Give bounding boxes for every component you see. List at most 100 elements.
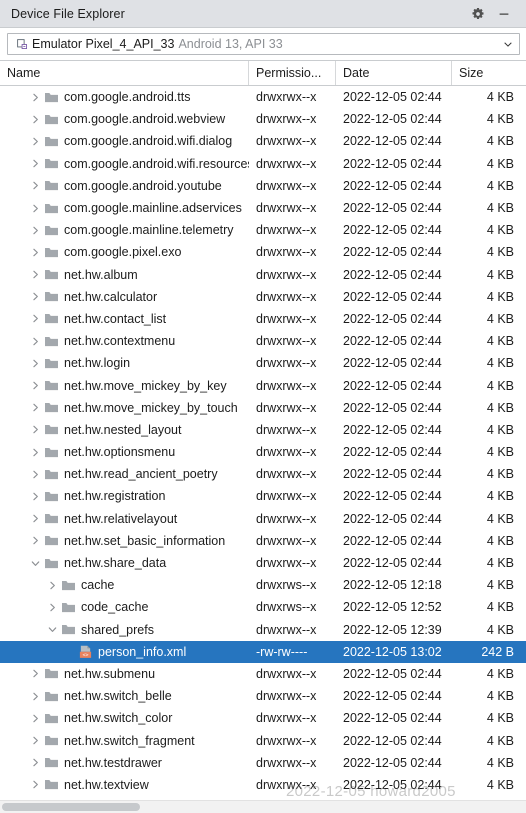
chevron-right-icon[interactable] (28, 667, 42, 681)
chevron-right-icon[interactable] (28, 689, 42, 703)
table-row[interactable]: net.hw.optionsmenu drwxrwx--x 2022-12-05 0… (0, 441, 526, 463)
cell-size: 4 KB (486, 733, 514, 748)
window-titlebar: Device File Explorer (0, 0, 526, 28)
file-name-label: net.hw.switch_belle (64, 689, 172, 704)
chevron-right-icon[interactable] (28, 734, 42, 748)
chevron-down-icon[interactable] (28, 556, 42, 570)
chevron-right-icon[interactable] (28, 245, 42, 259)
chevron-right-icon[interactable] (28, 112, 42, 126)
table-row[interactable]: net.hw.testdrawer drwxrwx--x 2022-12-05 02… (0, 752, 526, 774)
chevron-down-icon[interactable] (45, 623, 59, 637)
table-row[interactable]: net.hw.set_basic_information drwxrwx--x 20… (0, 530, 526, 552)
cell-size: 4 KB (486, 777, 514, 792)
file-name-label: person_info.xml (98, 644, 187, 659)
folder-icon (43, 756, 59, 770)
cell-name: net.hw.testdrawer (0, 756, 249, 770)
cell-size: 4 KB (486, 156, 514, 171)
cell-date: 2022-12-05 02:44 (343, 556, 442, 571)
device-dropdown[interactable]: Emulator Pixel_4_API_33 Android 13, API … (7, 33, 520, 55)
chevron-right-icon[interactable] (28, 179, 42, 193)
table-row[interactable]: net.hw.switch_fragment drwxrwx--x 2022-12-… (0, 729, 526, 751)
cell-permissions: drwxrwx--x (256, 289, 317, 304)
table-row[interactable]: net.hw.read_ancient_poetry drwxrwx--x 2022… (0, 463, 526, 485)
chevron-down-icon[interactable] (501, 39, 515, 49)
chevron-right-icon[interactable] (28, 90, 42, 104)
cell-size: 4 KB (486, 400, 514, 415)
column-header-size[interactable]: Size (452, 61, 526, 85)
chevron-right-icon[interactable] (28, 201, 42, 215)
svg-text:<>: <> (82, 652, 88, 658)
chevron-right-icon[interactable] (28, 445, 42, 459)
table-row[interactable]: net.hw.textview drwxrwx--x 2022-12-05 02:4… (0, 774, 526, 796)
gear-icon[interactable] (470, 6, 486, 22)
cell-size: 4 KB (486, 378, 514, 393)
table-row[interactable]: code_cache drwxrws--x 2022-12-05 12:52 4 KB (0, 596, 526, 618)
chevron-right-icon[interactable] (28, 134, 42, 148)
table-row[interactable]: net.hw.login drwxrwx--x 2022-12-05 02:44 4 … (0, 352, 526, 374)
column-header-date[interactable]: Date (336, 61, 452, 85)
chevron-right-icon[interactable] (28, 512, 42, 526)
chevron-right-icon[interactable] (28, 379, 42, 393)
file-name-label: com.google.mainline.adservices (64, 201, 242, 216)
horizontal-scrollbar[interactable] (0, 800, 526, 813)
chevron-right-icon[interactable] (28, 711, 42, 725)
cell-size: 4 KB (486, 489, 514, 504)
cell-date: 2022-12-05 02:44 (343, 422, 442, 437)
table-row[interactable]: com.google.android.youtube drwxrwx--x 2022… (0, 175, 526, 197)
table-row[interactable]: net.hw.submenu drwxrwx--x 2022-12-05 02:44… (0, 663, 526, 685)
table-row[interactable]: net.hw.registration drwxrwx--x 2022-12-05 … (0, 485, 526, 507)
cell-size: 4 KB (486, 90, 514, 105)
chevron-right-icon[interactable] (28, 334, 42, 348)
cell-date: 2022-12-05 12:18 (343, 578, 442, 593)
table-row[interactable]: net.hw.album drwxrwx--x 2022-12-05 02:44 4 … (0, 264, 526, 286)
chevron-right-icon[interactable] (28, 356, 42, 370)
cell-size: 4 KB (486, 467, 514, 482)
chevron-right-icon[interactable] (28, 312, 42, 326)
table-row[interactable]: net.hw.contact_list drwxrwx--x 2022-12-05 … (0, 308, 526, 330)
table-row[interactable]: com.google.mainline.telemetry drwxrwx--x 2… (0, 219, 526, 241)
column-header-name[interactable]: Name (0, 61, 249, 85)
chevron-right-icon[interactable] (28, 534, 42, 548)
chevron-right-icon[interactable] (28, 157, 42, 171)
table-row[interactable]: net.hw.move_mickey_by_touch drwxrwx--x 202… (0, 397, 526, 419)
table-row[interactable]: cache drwxrws--x 2022-12-05 12:18 4 KB (0, 574, 526, 596)
table-row[interactable]: com.google.android.webview drwxrwx--x 2022… (0, 108, 526, 130)
cell-date: 2022-12-05 02:44 (343, 777, 442, 792)
table-row[interactable]: net.hw.switch_color drwxrwx--x 2022-12-05 … (0, 707, 526, 729)
chevron-right-icon[interactable] (45, 600, 59, 614)
table-row[interactable]: net.hw.relativelayout drwxrwx--x 2022-12-0… (0, 508, 526, 530)
table-row[interactable]: com.google.mainline.adservices drwxrwx--x… (0, 197, 526, 219)
chevron-right-icon[interactable] (28, 489, 42, 503)
table-row[interactable]: com.google.android.tts drwxrwx--x 2022-12-… (0, 86, 526, 108)
device-icon (15, 37, 29, 51)
table-row[interactable]: net.hw.calculator drwxrwx--x 2022-12-05 02… (0, 286, 526, 308)
column-header-permissions[interactable]: Permissio... (249, 61, 336, 85)
cell-date: 2022-12-05 02:44 (343, 400, 442, 415)
chevron-right-icon[interactable] (28, 467, 42, 481)
table-row[interactable]: shared_prefs drwxrwx--x 2022-12-05 12:39 4 … (0, 619, 526, 641)
cell-size: 4 KB (486, 245, 514, 260)
chevron-right-icon[interactable] (28, 268, 42, 282)
chevron-right-icon[interactable] (28, 778, 42, 792)
table-row[interactable]: net.hw.share_data drwxrwx--x 2022-12-05 02… (0, 552, 526, 574)
table-row[interactable]: net.hw.contextmenu drwxrwx--x 2022-12-05 0… (0, 330, 526, 352)
chevron-right-icon[interactable] (28, 290, 42, 304)
chevron-right-icon[interactable] (28, 223, 42, 237)
table-row[interactable]: com.google.pixel.exo drwxrwx--x 2022-12-05… (0, 241, 526, 263)
file-name-label: net.hw.nested_layout (64, 422, 182, 437)
table-row-selected[interactable]: <> person_info.xml -rw-rw---- 2022-12-05 13… (0, 640, 526, 663)
cell-permissions: drwxrwx--x (256, 311, 317, 326)
chevron-right-icon[interactable] (28, 756, 42, 770)
table-row[interactable]: net.hw.move_mickey_by_key drwxrwx--x 2022-… (0, 374, 526, 396)
chevron-right-icon[interactable] (28, 401, 42, 415)
table-row[interactable]: net.hw.switch_belle drwxrwx--x 2022-12-05 … (0, 685, 526, 707)
minimize-icon[interactable] (496, 6, 512, 22)
chevron-right-icon[interactable] (28, 423, 42, 437)
chevron-right-icon[interactable] (45, 578, 59, 592)
cell-date: 2022-12-05 02:44 (343, 689, 442, 704)
table-row[interactable]: com.google.android.wifi.dialog drwxrwx--x… (0, 130, 526, 152)
horizontal-scrollbar-thumb[interactable] (2, 803, 140, 811)
table-row[interactable]: net.hw.nested_layout drwxrwx--x 2022-12-05… (0, 419, 526, 441)
cell-permissions: drwxrwx--x (256, 400, 317, 415)
table-row[interactable]: com.google.android.wifi.resources drwxrwx… (0, 153, 526, 175)
